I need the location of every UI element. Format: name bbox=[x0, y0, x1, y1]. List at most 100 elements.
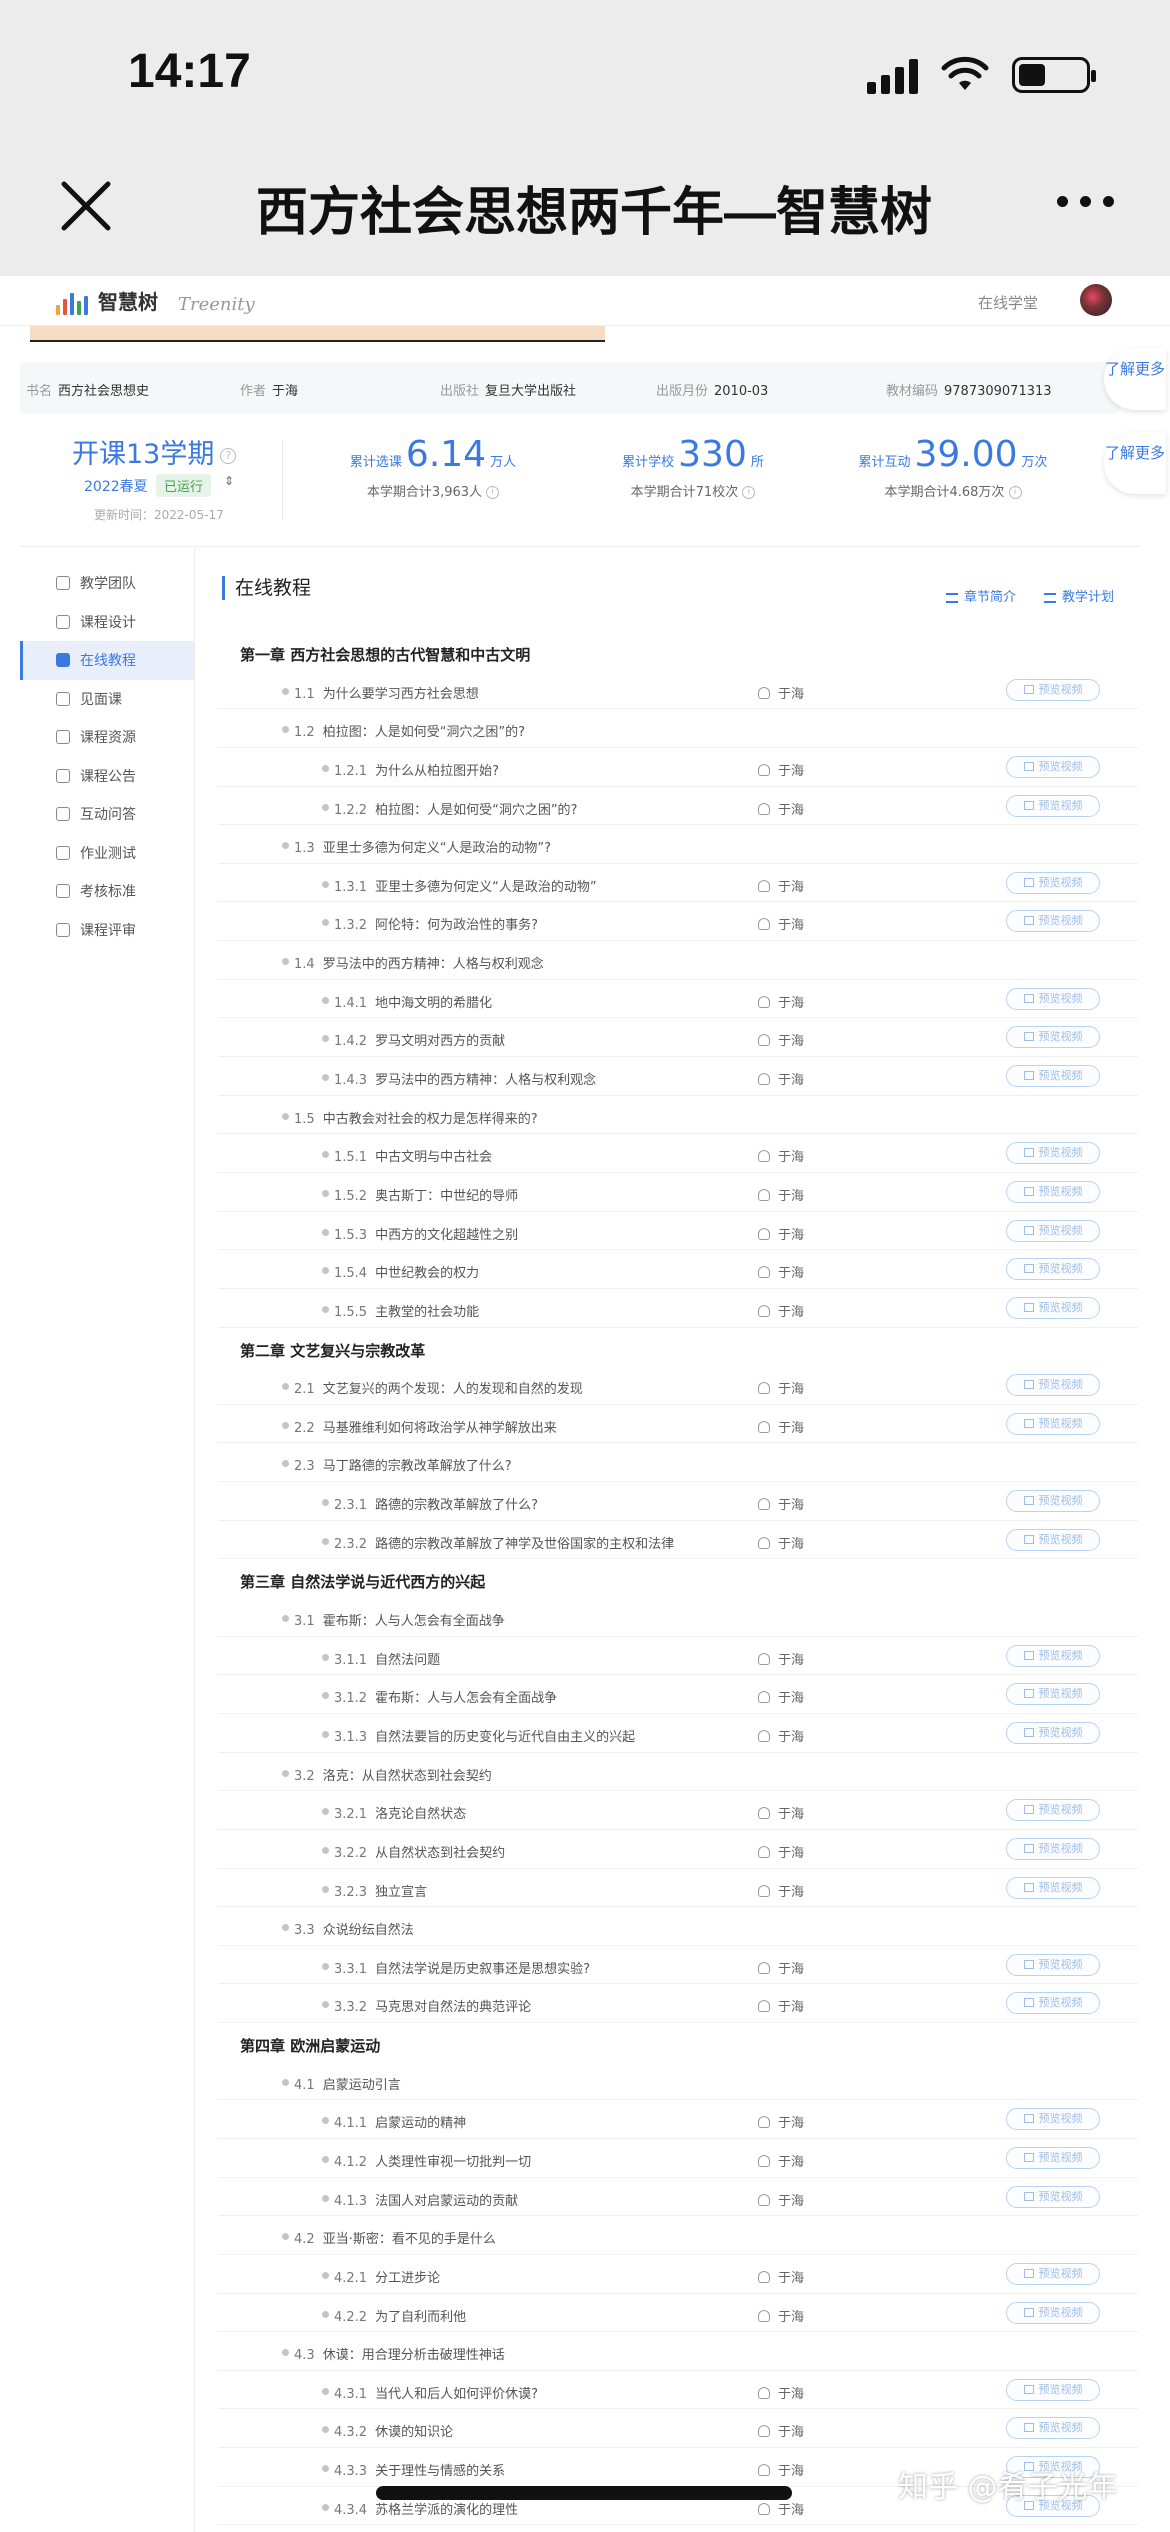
preview-video-button[interactable]: 预览视频 bbox=[1006, 1721, 1100, 1744]
preview-video-button[interactable]: 预览视频 bbox=[1006, 2301, 1100, 2324]
lesson-row[interactable]: 2.3.2 路德的宗教改革解放了神学及世俗国家的主权和法律 于海 预览视频 bbox=[218, 1521, 1138, 1560]
lesson-row[interactable]: 2.2 马基雅维利如何将政治学从神学解放出来 于海 预览视频 bbox=[218, 1405, 1138, 1444]
preview-video-button[interactable]: 预览视频 bbox=[1006, 2417, 1100, 2440]
close-icon[interactable] bbox=[56, 176, 116, 236]
lesson-row[interactable]: 3.1 霍布斯：人与人怎会有全面战争 bbox=[218, 1598, 1138, 1637]
preview-video-button[interactable]: 预览视频 bbox=[1006, 1953, 1100, 1976]
preview-video-button[interactable]: 预览视频 bbox=[1006, 1528, 1100, 1551]
lesson-row[interactable]: 1.4.3 罗马法中的西方精神：人格与权利观念 于海 预览视频 bbox=[218, 1057, 1138, 1096]
lesson-row[interactable]: 1.4.2 罗马文明对西方的贡献 于海 预览视频 bbox=[218, 1018, 1138, 1058]
preview-video-button[interactable]: 预览视频 bbox=[1006, 1799, 1100, 1822]
sidebar-item[interactable]: 在线教程 bbox=[20, 641, 194, 680]
teaching-plan-link[interactable]: 教学计划 bbox=[1044, 586, 1114, 605]
lesson-row[interactable]: 2.1 文艺复兴的两个发现：人的发现和自然的发现 于海 预览视频 bbox=[218, 1366, 1138, 1405]
preview-video-button[interactable]: 预览视频 bbox=[1006, 2378, 1100, 2401]
sidebar-item[interactable]: 课程资源 bbox=[20, 718, 194, 757]
sidebar-item[interactable]: 课程评审 bbox=[20, 911, 194, 950]
learn-more-button[interactable]: 了解更多 bbox=[1104, 348, 1166, 410]
lesson-number: 1.4.2 bbox=[334, 1034, 368, 1050]
lesson-row[interactable]: 3.2 洛克：从自然状态到社会契约 bbox=[218, 1753, 1138, 1792]
lesson-row[interactable]: 4.3.5社会秩序是怎么演化来的?于海预览视频 bbox=[218, 2525, 1138, 2532]
preview-video-button[interactable]: 预览视频 bbox=[1006, 1026, 1100, 1049]
site-logo[interactable]: 智慧树 Treenity bbox=[56, 286, 255, 315]
sidebar-item[interactable]: 见面课 bbox=[20, 680, 194, 719]
term-select-icon[interactable]: ⇕ bbox=[224, 474, 234, 488]
lesson-row[interactable]: 1.1 为什么要学习西方社会思想 于海 预览视频 bbox=[218, 671, 1138, 710]
home-indicator[interactable] bbox=[376, 2486, 792, 2500]
bullet-icon bbox=[282, 1924, 289, 1932]
book-info-isbn: 教材编码 9787309071313 bbox=[886, 384, 1052, 399]
lesson-row[interactable]: 1.4.1 地中海文明的希腊化 于海 预览视频 bbox=[218, 980, 1138, 1019]
avatar[interactable] bbox=[1080, 284, 1112, 316]
lesson-row[interactable]: 4.3.2 休谟的知识论 于海 预览视频 bbox=[218, 2409, 1138, 2449]
lesson-row[interactable]: 1.5.1 中古文明与中古社会 于海 预览视频 bbox=[218, 1134, 1138, 1173]
lesson-row[interactable]: 1.5.4 中世纪教会的权力 于海 预览视频 bbox=[218, 1250, 1138, 1289]
lesson-row[interactable]: 4.1 启蒙运动引言 bbox=[218, 2062, 1138, 2101]
preview-video-button[interactable]: 预览视频 bbox=[1006, 2108, 1100, 2131]
lesson-row[interactable]: 2.3.1 路德的宗教改革解放了什么? 于海 预览视频 bbox=[218, 1482, 1138, 1521]
sidebar-item[interactable]: 考核标准 bbox=[20, 872, 194, 911]
chapter-intro-link[interactable]: 章节简介 bbox=[946, 586, 1016, 605]
lesson-row[interactable]: 1.5 中古教会对社会的权力是怎样得来的? bbox=[218, 1096, 1138, 1135]
preview-video-button[interactable]: 预览视频 bbox=[1006, 2262, 1100, 2285]
lesson-row[interactable]: 1.2 柏拉图：人是如何受“洞穴之困”的? bbox=[218, 709, 1138, 748]
preview-video-button[interactable]: 预览视频 bbox=[1006, 1683, 1100, 1706]
preview-video-button[interactable]: 预览视频 bbox=[1006, 1412, 1100, 1435]
preview-video-button[interactable]: 预览视频 bbox=[1006, 987, 1100, 1010]
preview-video-button[interactable]: 预览视频 bbox=[1006, 794, 1100, 817]
lesson-row[interactable]: 3.2.1 洛克论自然状态 于海 预览视频 bbox=[218, 1791, 1138, 1830]
preview-video-button[interactable]: 预览视频 bbox=[1006, 2146, 1100, 2169]
lesson-row[interactable]: 3.3 众说纷纭自然法 bbox=[218, 1907, 1138, 1946]
lesson-row[interactable]: 1.5.3 中西方的文化超越性之别 于海 预览视频 bbox=[218, 1212, 1138, 1251]
lesson-row[interactable]: 4.2 亚当·斯密：看不见的手是什么 bbox=[218, 2216, 1138, 2255]
preview-video-button[interactable]: 预览视频 bbox=[1006, 1837, 1100, 1860]
lesson-row[interactable]: 4.2.2 为了自利而利他 于海 预览视频 bbox=[218, 2294, 1138, 2333]
lesson-row[interactable]: 1.3 亚里士多德为何定义“人是政治的动物”? bbox=[218, 825, 1138, 864]
lesson-row[interactable]: 3.1.3 自然法要旨的历史变化与近代自由主义的兴起 于海 预览视频 bbox=[218, 1714, 1138, 1753]
preview-video-button[interactable]: 预览视频 bbox=[1006, 678, 1100, 701]
lesson-row[interactable]: 4.1.2 人类理性审视一切批判一切 于海 预览视频 bbox=[218, 2139, 1138, 2178]
lesson-row[interactable]: 4.1.1 启蒙运动的精神 于海 预览视频 bbox=[218, 2100, 1138, 2139]
sidebar-item[interactable]: 课程设计 bbox=[20, 603, 194, 642]
lesson-row[interactable]: 1.2.1 为什么从柏拉图开始? 于海 预览视频 bbox=[218, 748, 1138, 787]
sidebar-item[interactable]: 作业测试 bbox=[20, 834, 194, 873]
lesson-row[interactable]: 4.3.1 当代人和后人如何评价休谟? 于海 预览视频 bbox=[218, 2371, 1138, 2410]
preview-video-button[interactable]: 预览视频 bbox=[1006, 1296, 1100, 1319]
lesson-row[interactable]: 1.4 罗马法中的西方精神：人格与权利观念 bbox=[218, 941, 1138, 980]
sidebar-item[interactable]: 教学团队 bbox=[20, 564, 194, 603]
lesson-row[interactable]: 2.3 马丁路德的宗教改革解放了什么? bbox=[218, 1443, 1138, 1483]
preview-video-button[interactable]: 预览视频 bbox=[1006, 1180, 1100, 1203]
lesson-row[interactable]: 4.3 休谟：用合理分析击破理性神话 bbox=[218, 2332, 1138, 2371]
more-icon[interactable] bbox=[1057, 196, 1114, 207]
video-icon bbox=[1023, 1186, 1034, 1196]
preview-video-button[interactable]: 预览视频 bbox=[1006, 1374, 1100, 1397]
sidebar-item[interactable]: 互动问答 bbox=[20, 795, 194, 834]
online-school-link[interactable]: 在线学堂 bbox=[978, 292, 1038, 313]
preview-video-button[interactable]: 预览视频 bbox=[1006, 1219, 1100, 1242]
lesson-row[interactable]: 1.5.5 主教堂的社会功能 于海 预览视频 bbox=[218, 1289, 1138, 1328]
lesson-row[interactable]: 3.2.2 从自然状态到社会契约 于海 预览视频 bbox=[218, 1830, 1138, 1869]
lesson-row[interactable]: 3.2.3 独立宣言 于海 预览视频 bbox=[218, 1869, 1138, 1908]
lesson-row[interactable]: 3.1.1 自然法问题 于海 预览视频 bbox=[218, 1637, 1138, 1676]
preview-video-button[interactable]: 预览视频 bbox=[1006, 1992, 1100, 2015]
preview-video-button[interactable]: 预览视频 bbox=[1006, 1644, 1100, 1667]
sidebar-item[interactable]: 课程公告 bbox=[20, 757, 194, 796]
preview-video-button[interactable]: 预览视频 bbox=[1006, 2185, 1100, 2208]
lesson-row[interactable]: 3.3.1 自然法学说是历史叙事还是思想实验? 于海 预览视频 bbox=[218, 1946, 1138, 1985]
lesson-row[interactable]: 3.3.2 马克思对自然法的典范评论 于海 预览视频 bbox=[218, 1984, 1138, 2024]
lesson-row[interactable]: 1.3.2 阿伦特：何为政治性的事务? 于海 预览视频 bbox=[218, 902, 1138, 942]
preview-video-button[interactable]: 预览视频 bbox=[1006, 1490, 1100, 1513]
preview-video-button[interactable]: 预览视频 bbox=[1006, 755, 1100, 778]
preview-video-button[interactable]: 预览视频 bbox=[1006, 871, 1100, 894]
preview-video-button[interactable]: 预览视频 bbox=[1006, 910, 1100, 933]
preview-video-button[interactable]: 预览视频 bbox=[1006, 1258, 1100, 1281]
lesson-row[interactable]: 1.3.1 亚里士多德为何定义“人是政治的动物” 于海 预览视频 bbox=[218, 864, 1138, 903]
lesson-row[interactable]: 4.1.3 法国人对启蒙运动的贡献 于海 预览视频 bbox=[218, 2178, 1138, 2217]
preview-video-button[interactable]: 预览视频 bbox=[1006, 1142, 1100, 1165]
lesson-row[interactable]: 1.2.2 柏拉图：人是如何受“洞穴之困”的? 于海 预览视频 bbox=[218, 787, 1138, 826]
lesson-row[interactable]: 3.1.2 霍布斯：人与人怎会有全面战争 于海 预览视频 bbox=[218, 1675, 1138, 1714]
lesson-row[interactable]: 4.2.1 分工进步论 于海 预览视频 bbox=[218, 2255, 1138, 2294]
lesson-row[interactable]: 1.5.2 奥古斯丁：中世纪的导师 于海 预览视频 bbox=[218, 1173, 1138, 1212]
preview-video-button[interactable]: 预览视频 bbox=[1006, 1065, 1100, 1088]
preview-video-button[interactable]: 预览视频 bbox=[1006, 1876, 1100, 1899]
